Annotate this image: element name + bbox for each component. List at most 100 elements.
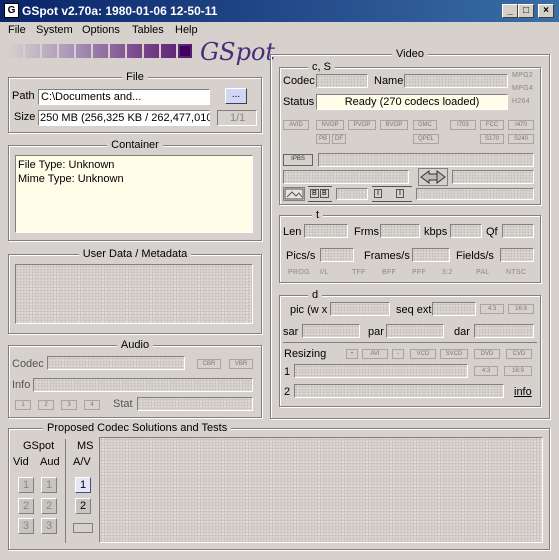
kbps-field [450, 224, 482, 238]
menu-options[interactable]: Options [82, 24, 120, 36]
frms-field [380, 224, 420, 238]
audio-stream-1[interactable]: 1 [15, 400, 31, 410]
flag-nvop: NVOP [316, 120, 344, 130]
ms-test-1[interactable]: 1 [75, 477, 91, 493]
userdata-box [15, 264, 253, 324]
flag-i470: I470 [508, 120, 534, 130]
aud-test-3[interactable]: 3 [41, 518, 57, 534]
ms-label: MS [77, 440, 94, 452]
audio-codec-label: Codec [12, 358, 44, 370]
audio-legend: Audio [116, 339, 154, 351]
container-group: Container File Type: Unknown Mime Type: … [8, 139, 262, 241]
proposed-results-box [99, 437, 543, 543]
vid-test-3[interactable]: 3 [18, 518, 34, 534]
dimensions-subgroup: d pic (w x seq ext 4:3 16:9 sar par dar … [279, 289, 541, 407]
frms-label: Frms [354, 226, 380, 238]
ms-test-2[interactable]: 2 [75, 498, 91, 514]
minimize-button[interactable]: _ [502, 4, 518, 18]
flag-pb: PB [316, 134, 330, 144]
par-field [386, 324, 444, 338]
menu-help[interactable]: Help [175, 24, 198, 36]
audio-info-field [33, 378, 253, 392]
vid-label: Vid [13, 456, 29, 468]
menu-file[interactable]: File [8, 24, 26, 36]
gspot-label: GSpot [23, 440, 55, 452]
sar-field [302, 324, 360, 338]
browse-button[interactable]: ... [225, 88, 247, 104]
menu-tables[interactable]: Tables [132, 24, 164, 36]
flag-i703: I703 [450, 120, 476, 130]
audio-group: Audio Codec CBR VBR Info 1 2 3 4 Stat [8, 339, 262, 418]
audio-stream-2[interactable]: 2 [38, 400, 54, 410]
dar-field [474, 324, 534, 338]
window-title: GSpot v2.70a: 1980-01-06 12-50-11 [22, 4, 218, 18]
resize-svcd-button[interactable]: SVCD [440, 349, 468, 359]
dar-label: dar [454, 326, 470, 338]
proposed-group: Proposed Codec Solutions and Tests GSpot… [8, 422, 550, 550]
len-field [304, 224, 348, 238]
resize-line-1-label: 1 [284, 366, 291, 378]
title-bar: G GSpot v2.70a: 1980-01-06 12-50-11 _ □ … [0, 0, 559, 22]
frames-label: Frames/s [364, 250, 410, 262]
pics-label: Pics/s [286, 250, 316, 262]
flag-il: I/L [320, 269, 329, 276]
resize-vcd-button[interactable]: VCD [410, 349, 436, 359]
audio-info-label: Info [12, 379, 31, 391]
resize-minus-button[interactable]: - [392, 349, 404, 359]
flag-prog: PROG [288, 269, 310, 276]
menu-system[interactable]: System [36, 24, 73, 36]
flag-tff: TFF [352, 269, 366, 276]
maximize-button[interactable]: □ [518, 4, 534, 18]
len-label: Len [283, 226, 302, 238]
fields-field [500, 248, 534, 262]
audio-stat-field [137, 397, 253, 411]
ratio-4-3-b: 4:3 [474, 366, 498, 376]
audio-stream-3[interactable]: 3 [61, 400, 77, 410]
file-legend: File [122, 71, 148, 83]
page-counter: 1/1 [217, 110, 257, 126]
flag-pff: PFF [412, 269, 427, 276]
audio-vbr-flag: VBR [229, 359, 253, 369]
par-label: par [368, 326, 384, 338]
audio-stream-4[interactable]: 4 [84, 400, 100, 410]
resize-cvd-button[interactable]: CVD [506, 349, 532, 359]
resize-line-2-label: 2 [284, 386, 291, 398]
close-button[interactable]: × [538, 4, 554, 18]
frame-info-field [283, 170, 409, 184]
resizing-label: Resizing [284, 348, 327, 360]
sar-label: sar [283, 326, 299, 338]
resize-line-2-field [294, 384, 504, 398]
resize-avi-button[interactable]: AVI [362, 349, 388, 359]
dimensions-legend: d [308, 289, 323, 301]
mime-type-text: Mime Type: Unknown [18, 173, 124, 185]
vid-test-2[interactable]: 2 [18, 498, 34, 514]
resize-dvd-button[interactable]: DVD [474, 349, 500, 359]
transfer-arrow-icon[interactable] [418, 168, 448, 186]
pic-label: pic (w x [290, 304, 328, 316]
ratio-16-9-b: 16:9 [504, 366, 532, 376]
userdata-group: User Data / Metadata [8, 248, 262, 334]
flag-avid: AVID [283, 120, 309, 130]
seqext-field [432, 302, 476, 316]
flag-gmc: GMC [413, 120, 437, 130]
iframe-indicator: I I [372, 186, 412, 202]
frame-type-field [318, 153, 534, 167]
video-legend: Video [392, 48, 428, 60]
flag-pvop: PVOP [348, 120, 376, 130]
video-codec-label: Codec [283, 75, 315, 87]
status-field: Ready (270 codecs loaded) [316, 94, 508, 110]
image-preview-icon[interactable] [283, 187, 305, 201]
ratio-4-3: 4:3 [480, 304, 504, 314]
resize-line-1-field [294, 364, 468, 378]
aud-test-2[interactable]: 2 [41, 498, 57, 514]
aud-test-1[interactable]: 1 [41, 477, 57, 493]
pics-field [320, 248, 354, 262]
resize-plus-button[interactable]: + [346, 349, 358, 359]
path-field[interactable]: C:\Documents and... [38, 89, 210, 105]
container-info-box: File Type: Unknown Mime Type: Unknown [15, 155, 253, 233]
vid-test-1[interactable]: 1 [18, 477, 34, 493]
info-link[interactable]: info [514, 386, 532, 398]
ipbs-flag: IPBS [283, 154, 313, 166]
mpg2-flag: MPG2 [512, 72, 534, 79]
ms-test-indicator [73, 523, 93, 533]
